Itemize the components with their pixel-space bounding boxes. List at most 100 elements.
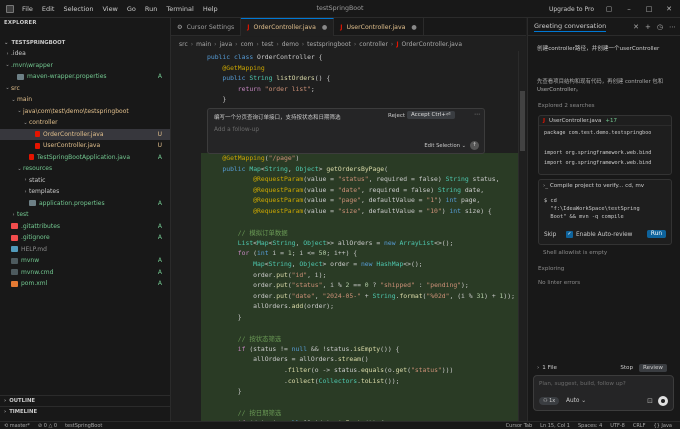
chat-input-placeholder[interactable]: Plan, suggest, build, follow up? <box>539 381 626 387</box>
followup-input[interactable]: Add a follow-up <box>214 127 259 133</box>
auto-review-label: Enable Auto-review <box>576 232 633 238</box>
breadcrumb-item[interactable]: test <box>262 41 274 48</box>
breadcrumb-item[interactable]: main <box>196 41 211 48</box>
outline-section[interactable]: › OUTLINE <box>0 395 170 405</box>
menu-item-help[interactable]: Help <box>203 5 218 13</box>
timeline-section[interactable]: › TIMELINE <box>0 406 170 416</box>
review-button[interactable]: Review <box>639 363 667 372</box>
menu-item-run[interactable]: Run <box>145 5 157 13</box>
breadcrumb-item[interactable]: java <box>220 41 233 48</box>
status-item[interactable]: CRLF <box>633 423 646 429</box>
tree-item[interactable]: ⌄ .mvn\wrapper <box>0 60 170 72</box>
breadcrumb-item[interactable]: src <box>179 41 188 48</box>
tree-item[interactable]: .gitignore A <box>0 232 170 244</box>
tree-item[interactable]: application.properties A <box>0 198 170 210</box>
tree-item[interactable]: › static <box>0 175 170 187</box>
edit-mode-dropdown[interactable]: Edit Selection ⌄ <box>424 143 466 149</box>
code-card-diff: +17 <box>605 117 618 124</box>
upgrade-button[interactable]: Upgrade to Pro <box>549 6 594 13</box>
tree-item[interactable]: maven-wrapper.properties A <box>0 71 170 83</box>
tree-item-label: TestSpringBootApplication.java <box>37 153 130 161</box>
submit-arrow-icon[interactable]: ↑ <box>470 141 479 150</box>
tree-item[interactable]: ⌄ java\com\test\demo\testspringboot <box>0 106 170 118</box>
status-item[interactable]: ⊘ 0 △ 0 <box>38 423 57 429</box>
stop-generation-icon[interactable] <box>658 396 668 406</box>
tree-item[interactable]: ⌄ src <box>0 83 170 95</box>
sh-file-icon <box>11 257 18 264</box>
auto-review-checkbox[interactable]: ✓ <box>566 231 573 238</box>
tree-item[interactable]: mvnw.cmd A <box>0 267 170 279</box>
close-tab-icon[interactable]: ● <box>411 24 416 31</box>
explorer-sidebar: EXPLORER ⌄ TESTSPRINGBOOT › .idea ⌄ .mvn\wr… <box>0 18 171 421</box>
assistant-message: 先查看项目结构和现有代码，再创建 controller 包和 UserContr… <box>537 79 664 93</box>
breadcrumb-item[interactable]: controller <box>359 41 388 48</box>
edit-prompt-text: 编写一个分页查询订单接口，支持按状态和日期筛选 <box>214 115 341 121</box>
status-item[interactable]: ⟲ master* <box>4 423 30 429</box>
skip-button[interactable]: Skip <box>544 232 556 238</box>
scrollbar-thumb[interactable] <box>520 91 525 151</box>
minimize-icon[interactable]: – <box>624 5 634 13</box>
accept-button[interactable]: Accept Ctrl+⏎ <box>407 111 455 119</box>
project-root[interactable]: ⌄ TESTSPRINGBOOT <box>0 38 170 47</box>
tree-item[interactable]: › .idea <box>0 48 170 60</box>
tree-item[interactable]: › test <box>0 209 170 221</box>
chat-title[interactable]: Greeting conversation <box>534 22 607 32</box>
menu-item-edit[interactable]: Edit <box>42 5 55 13</box>
code-diff-card[interactable]: J UserController.java +17 package com.te… <box>538 115 672 175</box>
tree-item[interactable]: ⌄ resources <box>0 163 170 175</box>
status-left: ⟲ master* ⊘ 0 △ 0 testSpringBoot <box>0 423 110 429</box>
history-icon[interactable]: ◷ <box>657 23 663 31</box>
tree-item[interactable]: › templates <box>0 186 170 198</box>
new-chat-icon[interactable]: + <box>645 23 651 31</box>
tab-cursor-settings[interactable]: ⚙ Cursor Settings <box>171 18 242 36</box>
tree-item[interactable]: mvnw A <box>0 255 170 267</box>
menu-item-view[interactable]: View <box>102 5 117 13</box>
status-item[interactable]: Spaces: 4 <box>578 423 602 429</box>
close-window-icon[interactable]: ✕ <box>664 5 674 13</box>
attach-image-icon[interactable]: ⊡ <box>647 397 653 405</box>
status-item[interactable]: UTF-8 <box>610 423 625 429</box>
status-item[interactable]: Cursor Tab <box>506 423 533 429</box>
breadcrumb-item[interactable]: testspringboot <box>307 41 351 48</box>
tab-order-controller[interactable]: J OrderController.java ● <box>241 18 335 36</box>
tree-item[interactable]: HELP.md <box>0 244 170 256</box>
tree-item-label: .gitattributes <box>21 222 61 230</box>
menu-item-selection[interactable]: Selection <box>63 5 93 13</box>
run-button[interactable]: Run <box>646 230 666 238</box>
code-editor[interactable]: 9public class OrderController {10 @GetMa… <box>171 51 526 421</box>
code-line: order.put("date", "2024-05-" + String.fo… <box>207 291 515 300</box>
stop-button[interactable]: Stop <box>620 365 633 371</box>
layout-icon[interactable]: ▢ <box>604 5 614 13</box>
tree-item[interactable]: .gitattributes A <box>0 221 170 233</box>
tree-item[interactable]: TestSpringBootApplication.java A <box>0 152 170 164</box>
status-item[interactable]: testSpringBoot <box>65 423 102 429</box>
breadcrumb-item[interactable]: com <box>241 41 254 48</box>
tree-item[interactable]: pom.xml A <box>0 278 170 290</box>
editor-scrollbar[interactable] <box>518 51 526 421</box>
tree-item[interactable]: ⌄ controller <box>0 117 170 129</box>
tree-item[interactable]: ⌄ main <box>0 94 170 106</box>
breadcrumb-item[interactable]: OrderController.java <box>402 41 463 48</box>
close-tab-icon[interactable]: ● <box>322 24 327 31</box>
agent-mode-pill[interactable]: ⚇ 1x <box>539 397 560 405</box>
reject-button[interactable]: Reject <box>385 112 408 120</box>
maximize-icon[interactable]: □ <box>644 5 654 13</box>
tree-item[interactable]: UserController.java U <box>0 140 170 152</box>
files-count[interactable]: 1 File <box>542 365 557 371</box>
close-chat-icon[interactable]: ✕ <box>633 23 639 31</box>
breadcrumb-item[interactable]: demo <box>282 41 299 48</box>
menu-item-go[interactable]: Go <box>127 5 136 13</box>
chat-input-box[interactable]: Plan, suggest, build, follow up? ⚇ 1x Au… <box>533 375 674 411</box>
more-icon[interactable]: ⋯ <box>669 23 676 31</box>
tree-item[interactable]: OrderController.java U <box>0 128 170 140</box>
tab-user-controller[interactable]: J UserController.java ● <box>334 18 424 36</box>
model-selector[interactable]: Auto ⌄ <box>566 398 586 404</box>
chevron-down-icon: ⌄ <box>5 85 10 92</box>
user-message: 创建controller路径，并创建一个userController <box>537 46 660 52</box>
status-item[interactable]: {} Java <box>653 423 672 429</box>
status-item[interactable]: Ln 15, Col 1 <box>540 423 570 429</box>
searched-label[interactable]: Explored 2 searches <box>538 103 595 109</box>
more-options-icon[interactable]: ⋯ <box>474 111 480 118</box>
menu-item-terminal[interactable]: Terminal <box>166 5 193 13</box>
menu-item-file[interactable]: File <box>22 5 33 13</box>
